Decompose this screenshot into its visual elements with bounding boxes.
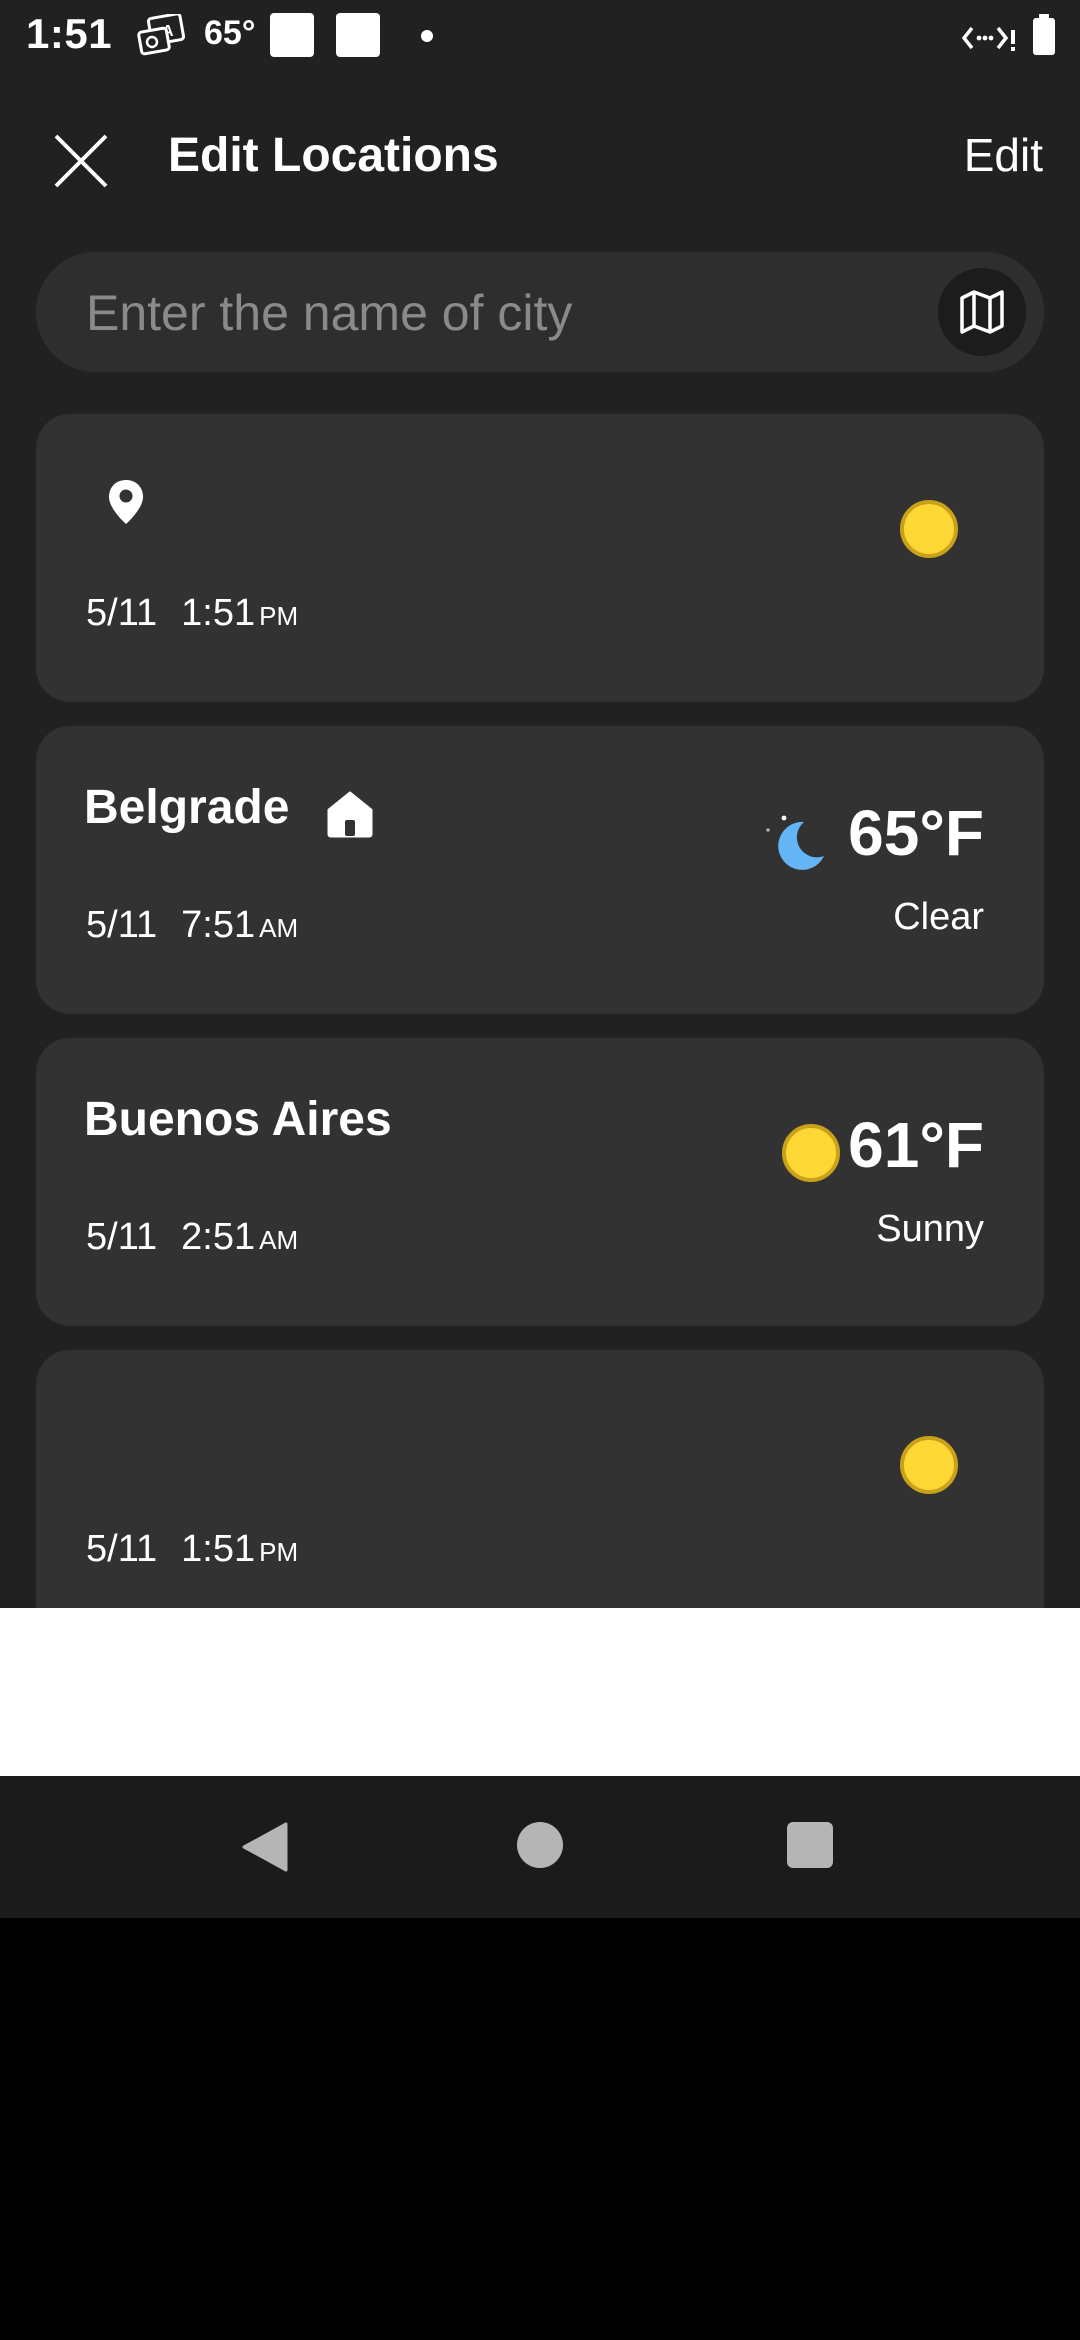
- city-name: Buenos Aires: [84, 1093, 392, 1146]
- status-bar: 1:51 A 65°: [0, 0, 1080, 72]
- status-time: 1:51: [26, 10, 113, 57]
- location-datetime: 5/11 1:51 PM: [86, 1528, 299, 1570]
- location-pin-icon: [109, 480, 143, 524]
- toolbar: Edit Locations Edit: [0, 100, 1080, 220]
- city-search-input[interactable]: [84, 252, 938, 374]
- location-card-buenos-aires[interactable]: Buenos Aires 5/11 2:51 AM 61°F Sunny: [36, 1038, 1044, 1326]
- more-notifications-dot-icon: [421, 30, 433, 42]
- status-temperature: 65°: [204, 14, 256, 52]
- sun-icon: [900, 1436, 958, 1494]
- city-name: Belgrade: [84, 781, 290, 834]
- translate-notification-icon: A: [137, 14, 186, 56]
- notification-square-icon: [336, 13, 380, 57]
- edit-button[interactable]: Edit: [964, 128, 1043, 182]
- location-datetime: 5/11 7:51 AM: [86, 904, 299, 946]
- temperature: 61°F: [848, 1109, 984, 1181]
- battery-icon: [1033, 14, 1055, 55]
- sun-icon: [900, 500, 958, 558]
- location-datetime: 5/11 2:51 AM: [86, 1216, 299, 1258]
- home-icon: [327, 791, 373, 838]
- notification-square-icon: [270, 13, 314, 57]
- location-card[interactable]: 5/11 1:51 PM: [36, 1350, 1044, 1608]
- navigation-bar: [0, 1776, 1080, 1918]
- city-search-bar: [36, 252, 1044, 374]
- map-button[interactable]: [938, 268, 1026, 356]
- weather-condition: Sunny: [876, 1208, 984, 1250]
- temperature: 65°F: [848, 797, 984, 869]
- back-icon[interactable]: [242, 1822, 288, 1872]
- weather-condition: Clear: [893, 896, 984, 938]
- location-card-belgrade[interactable]: Belgrade 5/11 7:51 AM 65°F Clear: [36, 726, 1044, 1014]
- recent-apps-icon[interactable]: [787, 1822, 833, 1868]
- blank-area: [0, 1608, 1080, 1776]
- page-title: Edit Locations: [168, 129, 499, 182]
- home-button-icon[interactable]: [517, 1822, 563, 1868]
- location-datetime: 5/11 1:51 PM: [86, 592, 299, 634]
- location-card-current[interactable]: 5/11 1:51 PM: [36, 414, 1044, 702]
- close-icon[interactable]: [50, 130, 112, 192]
- app-screen: 1:51 A 65° Edit Locatio: [0, 0, 1080, 1608]
- sun-icon: [782, 1124, 840, 1182]
- map-icon: [960, 290, 1004, 334]
- network-signal-icon: [962, 26, 1015, 51]
- moon-icon: [766, 815, 824, 870]
